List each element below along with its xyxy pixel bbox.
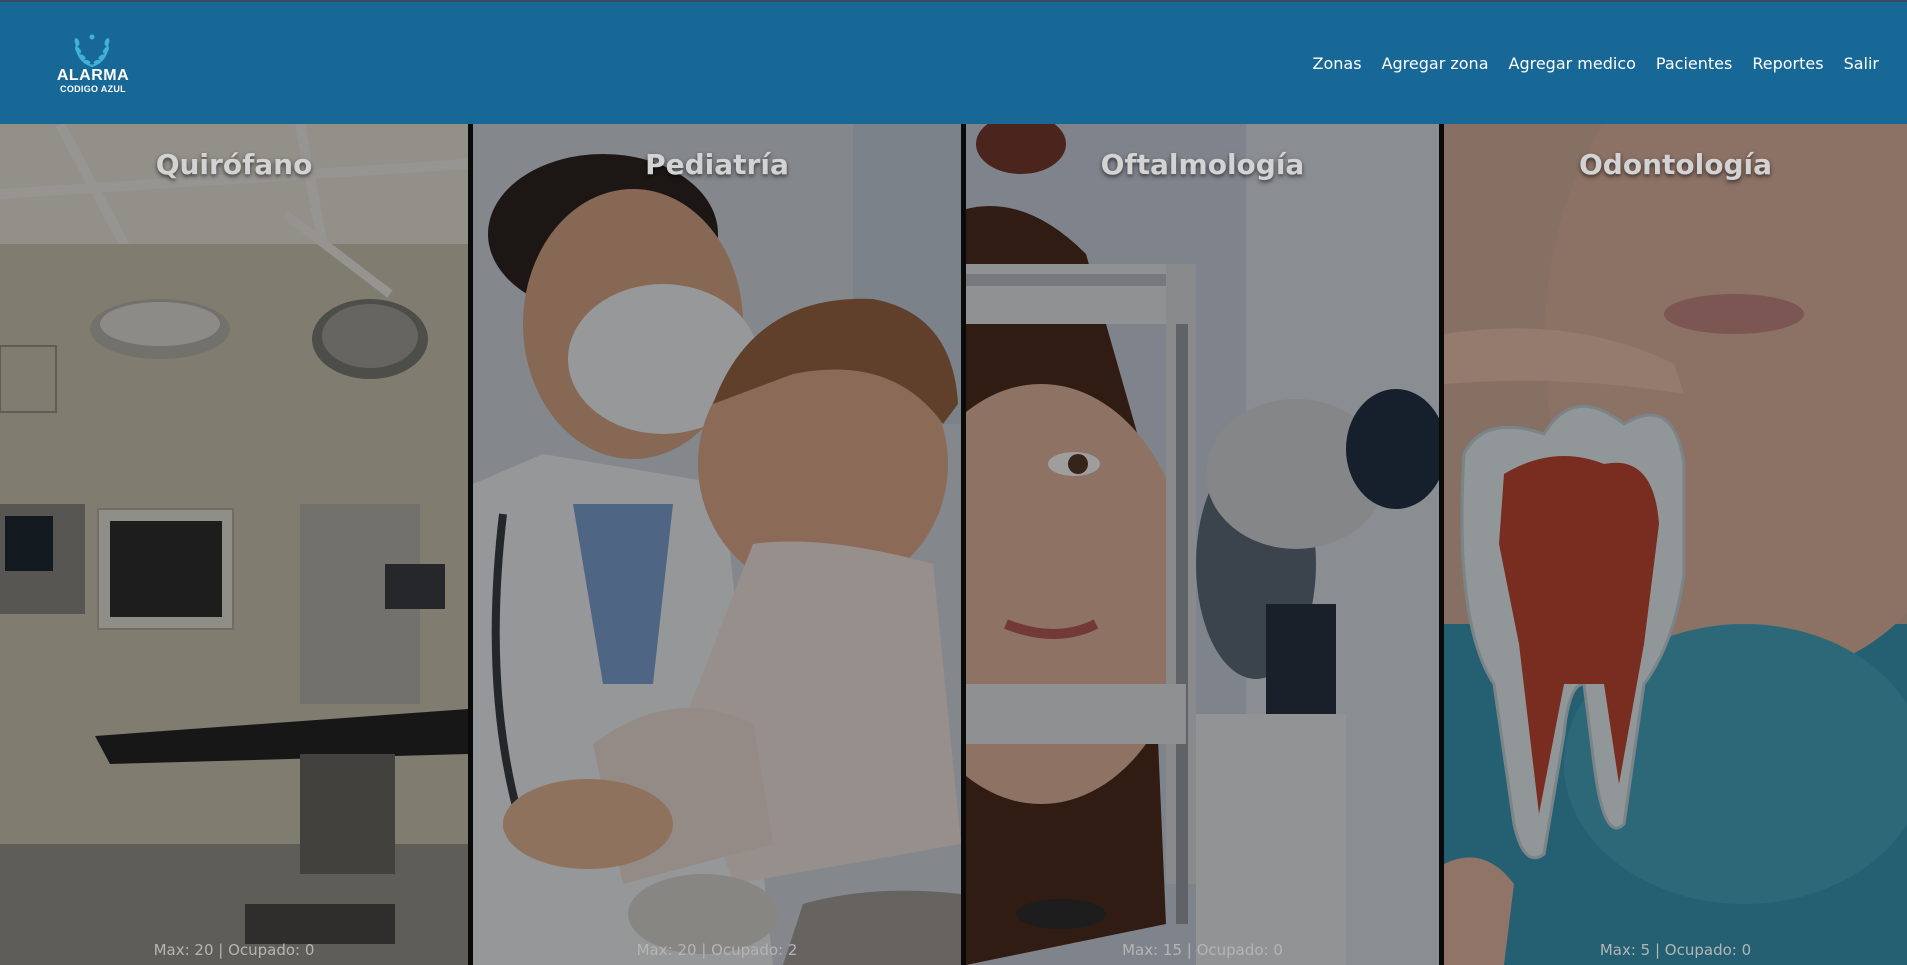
- zone-capacity-text: Max: 20 | Ocupado: 0: [153, 941, 315, 959]
- zone-capacity-text: Max: 15 | Ocupado: 0: [1122, 941, 1283, 959]
- laurel-wreath-icon: [74, 34, 110, 68]
- zone-title: Pediatría: [645, 148, 789, 181]
- zone-title: Odontología: [1578, 148, 1772, 181]
- zone-title: Oftalmología: [1100, 148, 1305, 181]
- zone-title: Quirófano: [155, 148, 313, 181]
- zones-grid: Quirófano Max: 20 | Ocupado: 0 Pediatría…: [0, 124, 1907, 965]
- main-nav: Zonas Agregar zona Agregar medico Pacien…: [1313, 54, 1879, 73]
- zone-card-pediatria[interactable]: Pediatría Max: 20 | Ocupado: 2: [473, 124, 961, 965]
- zone-capacity-text: Max: 5 | Ocupado: 0: [1599, 941, 1752, 959]
- zone-dim-overlay: [473, 124, 961, 965]
- nav-link-agregar-zona[interactable]: Agregar zona: [1382, 54, 1489, 73]
- zone-card-odontologia[interactable]: Odontología Max: 5 | Ocupado: 0: [1444, 124, 1907, 965]
- nav-link-salir[interactable]: Salir: [1844, 54, 1879, 73]
- nav-link-agregar-medico[interactable]: Agregar medico: [1509, 54, 1636, 73]
- nav-link-reportes[interactable]: Reportes: [1752, 54, 1823, 73]
- zone-capacity-text: Max: 20 | Ocupado: 2: [636, 941, 798, 959]
- zone-card-oftalmologia[interactable]: Oftalmología Max: 15 | Ocupado: 0: [966, 124, 1439, 965]
- navbar: ALARMA CODIGO AZUL Zonas Agregar zona Ag…: [0, 2, 1907, 124]
- nav-link-pacientes[interactable]: Pacientes: [1656, 54, 1732, 73]
- brand-subtitle: CODIGO AZUL: [60, 84, 126, 94]
- brand-title: ALARMA: [56, 67, 130, 84]
- zone-dim-overlay: [0, 124, 468, 965]
- zone-card-quirofano[interactable]: Quirófano Max: 20 | Ocupado: 0: [0, 124, 468, 965]
- zone-dim-overlay: [1444, 124, 1907, 965]
- zone-dim-overlay: [966, 124, 1439, 965]
- nav-link-zonas[interactable]: Zonas: [1313, 54, 1362, 73]
- brand-logo[interactable]: ALARMA CODIGO AZUL: [52, 32, 134, 96]
